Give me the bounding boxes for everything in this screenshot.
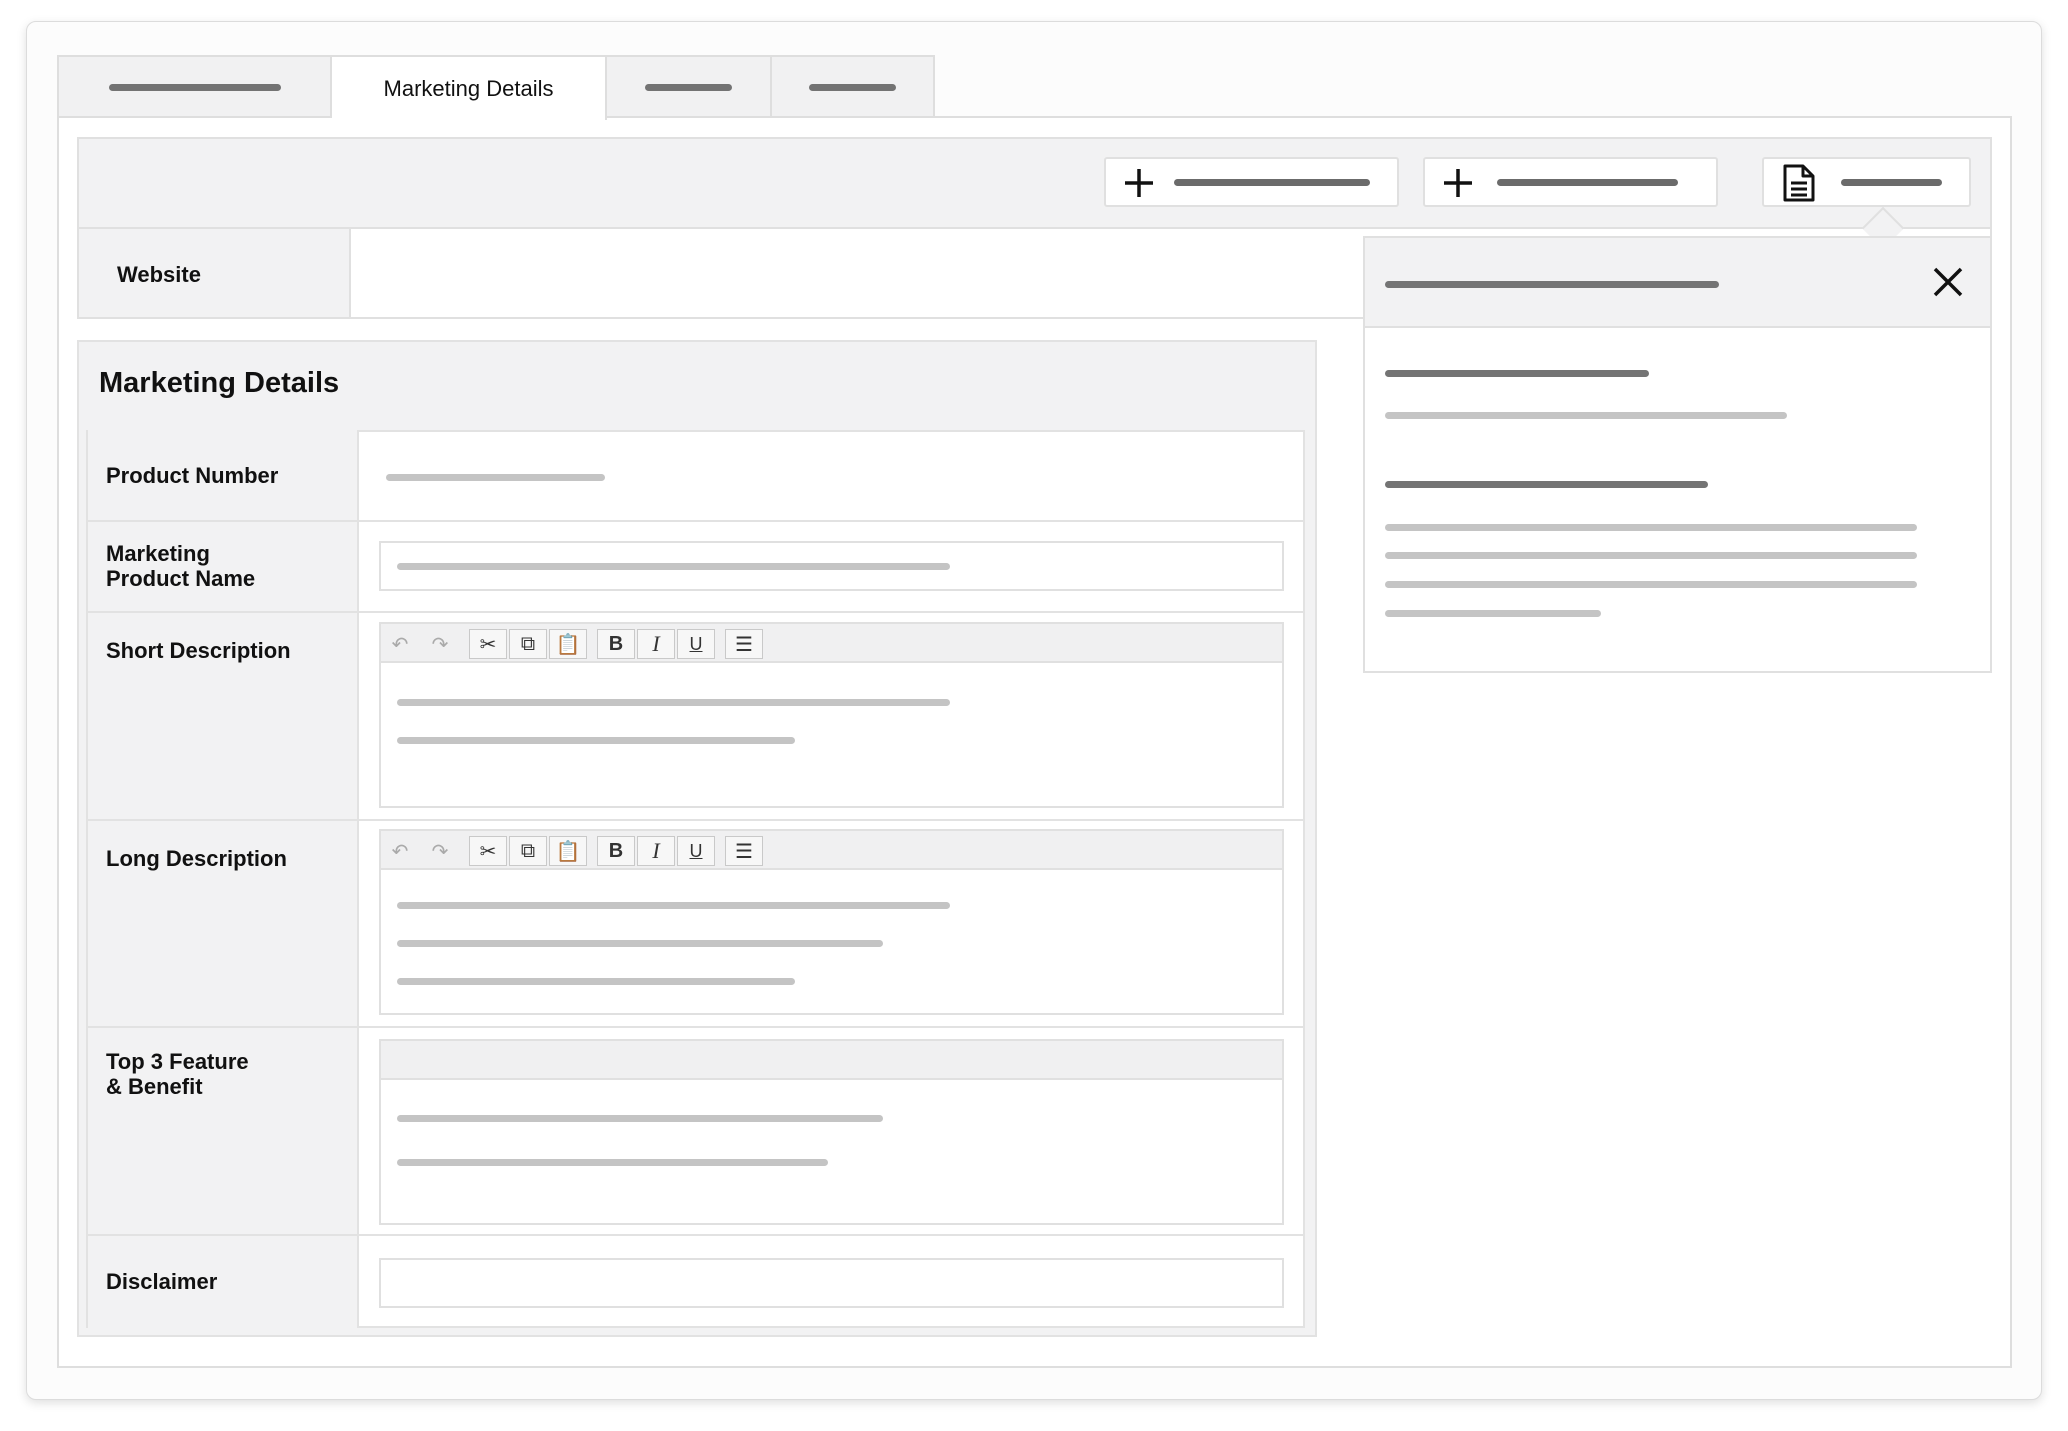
cut-icon[interactable]: ✂ [469, 629, 507, 659]
short-description-line [397, 699, 950, 706]
popover-heading [1385, 481, 1708, 488]
document-button-label [1841, 178, 1942, 186]
bold-icon[interactable]: B [597, 836, 635, 866]
long-description-line [397, 940, 883, 947]
tab-marketing-details[interactable]: Marketing Details [332, 55, 607, 120]
editor-toolbar: ↶ ↷ ✂ ⧉ 📋 B I U ☰ [381, 624, 1282, 663]
underline-glyph: U [689, 840, 703, 861]
underline-glyph: U [689, 633, 703, 654]
italic-icon[interactable]: I [637, 629, 675, 659]
cut-icon[interactable]: ✂ [469, 836, 507, 866]
row-divider [86, 611, 1305, 613]
popover-text-line [1385, 524, 1917, 531]
document-icon [1783, 164, 1815, 202]
bold-icon[interactable]: B [597, 629, 635, 659]
disclaimer-input[interactable] [379, 1258, 1284, 1308]
bullet-list-icon[interactable]: ☰ [725, 629, 763, 659]
marketing-product-name-label-line1: Marketing [106, 541, 210, 566]
bold-glyph: B [608, 632, 624, 655]
row-divider [86, 1234, 1305, 1236]
popover-header [1365, 238, 1990, 328]
italic-glyph: I [652, 631, 660, 656]
add-button-1-label [1174, 178, 1370, 186]
popover-text-line [1385, 412, 1787, 419]
editor-toolbar: ↶ ↷ ✂ ⧉ 📋 B I U ☰ [381, 831, 1282, 870]
popover-text-line [1385, 610, 1601, 617]
popover-heading [1385, 370, 1649, 377]
long-description-line [397, 902, 950, 909]
tab-bar: Marketing Details [57, 55, 935, 120]
short-description-line [397, 737, 795, 744]
marketing-product-name-label-line2: Product Name [106, 566, 256, 591]
redo-icon[interactable]: ↷ [421, 836, 459, 866]
close-icon[interactable] [1932, 266, 1964, 298]
add-button-2-label [1497, 178, 1678, 186]
section-title: Marketing Details [99, 367, 340, 399]
document-popover [1363, 236, 1992, 673]
popover-text-line [1385, 581, 1917, 588]
marketing-product-name-value [397, 563, 950, 570]
disclaimer-label: Disclaimer [106, 1269, 218, 1294]
copy-icon[interactable]: ⧉ [509, 836, 547, 866]
top3-feature-line [397, 1115, 883, 1122]
copy-icon[interactable]: ⧉ [509, 629, 547, 659]
top3-feature-editor[interactable] [379, 1039, 1284, 1225]
tab-3-label [645, 84, 732, 91]
long-description-line [397, 978, 795, 985]
paste-icon[interactable]: 📋 [549, 629, 587, 659]
short-description-editor[interactable]: ↶ ↷ ✂ ⧉ 📋 B I U ☰ [379, 622, 1284, 808]
short-description-label: Short Description [106, 638, 291, 663]
italic-icon[interactable]: I [637, 836, 675, 866]
long-description-label: Long Description [106, 846, 287, 871]
website-label: Website [117, 262, 201, 287]
marketing-product-name-input[interactable] [379, 541, 1284, 591]
top3-feature-label-line1: Top 3 Feature [106, 1049, 249, 1074]
underline-icon[interactable]: U [677, 629, 715, 659]
tab-1-label [108, 84, 281, 91]
italic-glyph: I [652, 838, 660, 863]
tab-3[interactable] [607, 55, 772, 118]
tab-4[interactable] [772, 55, 935, 118]
row-divider [86, 819, 1305, 821]
popover-title [1385, 281, 1719, 288]
bold-glyph: B [608, 839, 624, 862]
website-label-cell: Website [79, 229, 351, 317]
tab-4-label [809, 84, 896, 91]
row-divider [86, 1026, 1305, 1028]
redo-icon[interactable]: ↷ [421, 629, 459, 659]
bullet-list-icon[interactable]: ☰ [725, 836, 763, 866]
tab-marketing-details-label: Marketing Details [383, 75, 554, 101]
underline-icon[interactable]: U [677, 836, 715, 866]
long-description-editor[interactable]: ↶ ↷ ✂ ⧉ 📋 B I U ☰ [379, 829, 1284, 1015]
product-number-value [386, 474, 605, 481]
top3-feature-line [397, 1159, 828, 1166]
row-divider [86, 520, 1305, 522]
paste-icon[interactable]: 📋 [549, 836, 587, 866]
product-number-label: Product Number [106, 463, 279, 488]
undo-icon[interactable]: ↶ [381, 629, 419, 659]
plus-icon [1125, 169, 1153, 197]
popover-text-line [1385, 552, 1917, 559]
undo-icon[interactable]: ↶ [381, 836, 419, 866]
add-button-2[interactable] [1423, 157, 1718, 207]
editor-toolbar [381, 1041, 1282, 1080]
document-button[interactable] [1762, 157, 1971, 207]
plus-icon [1444, 169, 1472, 197]
tab-1[interactable] [57, 55, 332, 118]
add-button-1[interactable] [1104, 157, 1399, 207]
top3-feature-label-line2: & Benefit [106, 1074, 203, 1099]
